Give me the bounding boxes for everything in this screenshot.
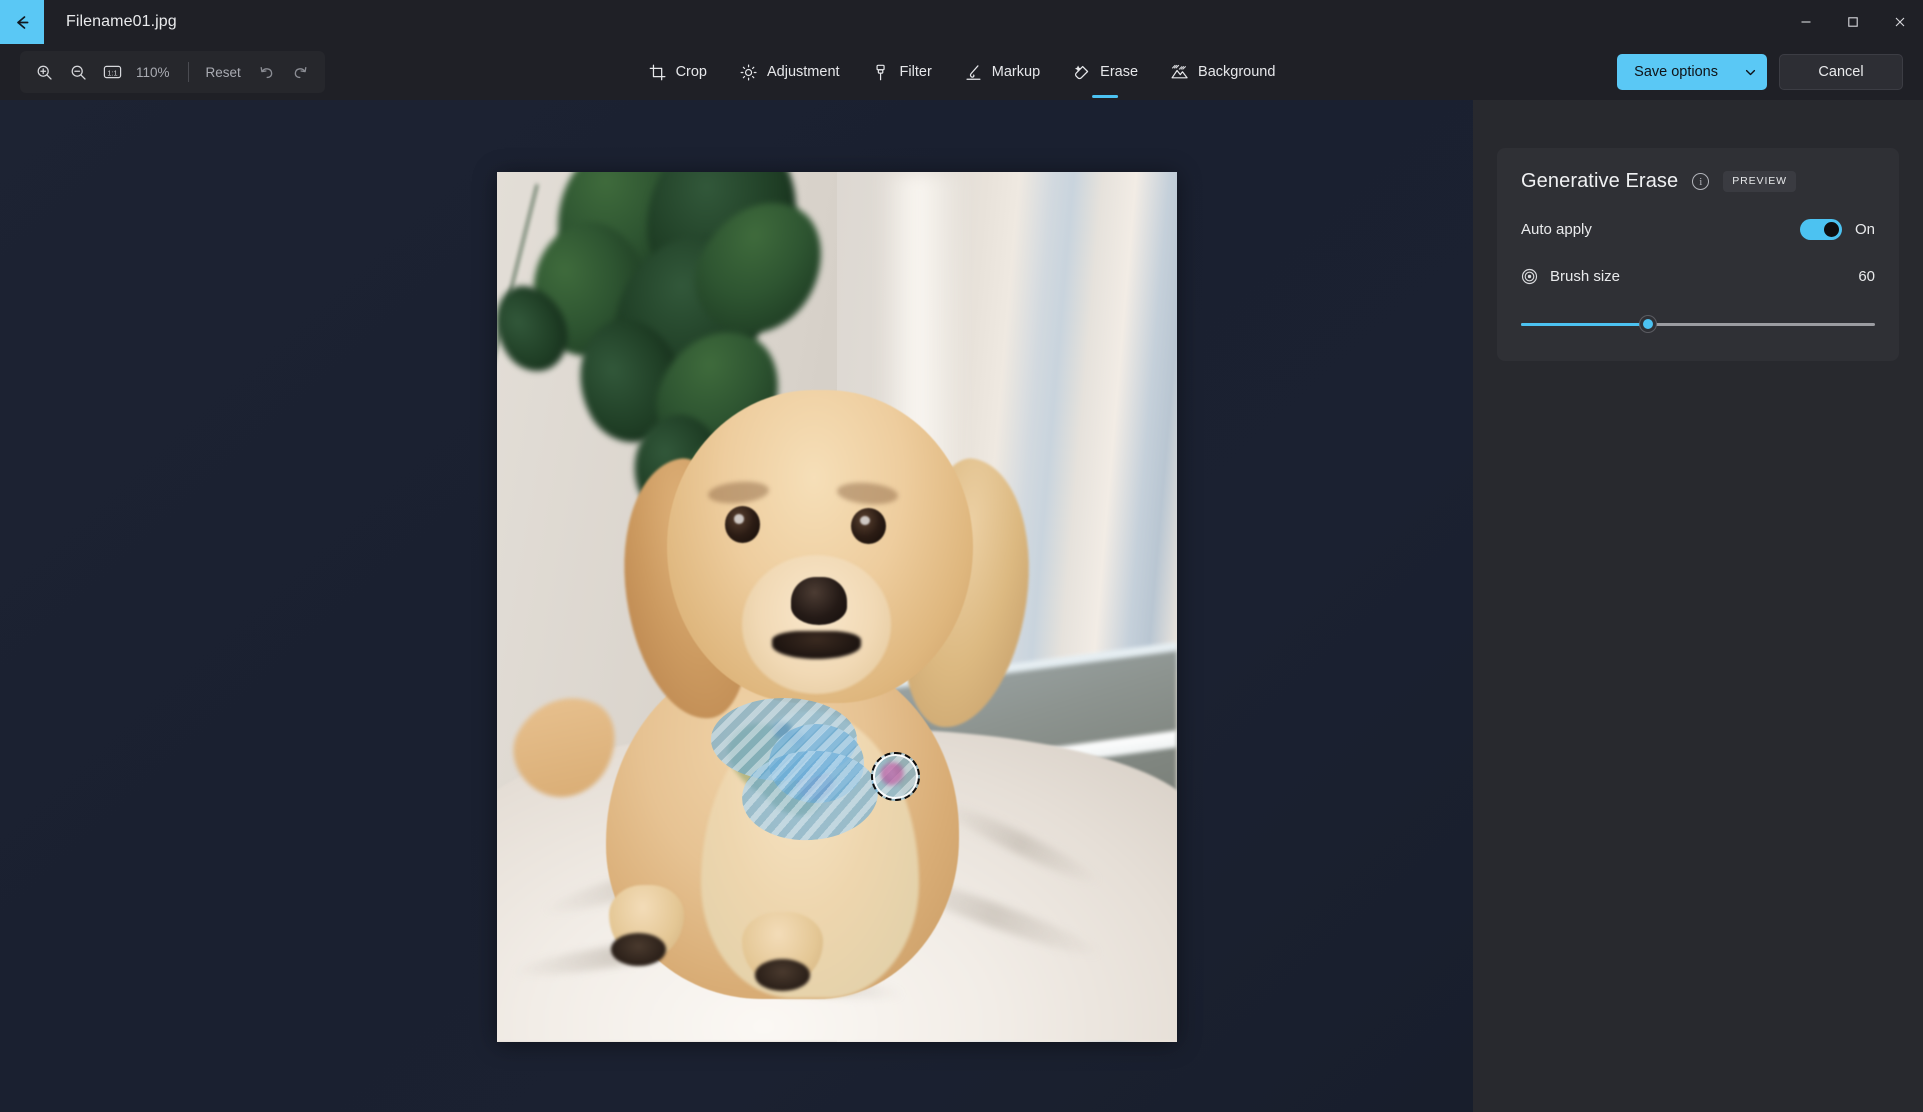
eraser-icon [1072, 63, 1091, 82]
toolbar-divider [187, 62, 189, 82]
tab-background[interactable]: Background [1157, 56, 1288, 89]
photo-image [497, 172, 1177, 1042]
auto-apply-control: On [1799, 219, 1875, 240]
maximize-icon [1847, 17, 1858, 27]
maximize-button[interactable] [1829, 0, 1876, 44]
brush-size-value: 60 [1858, 268, 1875, 285]
svg-text:1:1: 1:1 [107, 68, 117, 77]
tab-active-indicator [1092, 94, 1119, 98]
brush-size-slider-block [1521, 313, 1875, 335]
zoom-toolbar: 1:1 110% Reset [20, 51, 325, 93]
tab-filter-label: Filter [899, 63, 932, 80]
background-icon [1170, 63, 1189, 82]
tab-adjustment[interactable]: Adjustment [726, 56, 853, 89]
brush-size-label: Brush size [1550, 268, 1621, 285]
auto-apply-toggle[interactable] [1799, 219, 1842, 240]
window-controls [1782, 0, 1923, 44]
reset-button[interactable]: Reset [198, 57, 249, 87]
minimize-button[interactable] [1782, 0, 1829, 44]
tool-options-panel: Generative Erase i PREVIEW Auto apply On [1473, 100, 1923, 1112]
tab-erase-label: Erase [1100, 63, 1139, 80]
generative-erase-card: Generative Erase i PREVIEW Auto apply On [1497, 148, 1899, 361]
info-icon[interactable]: i [1692, 173, 1710, 190]
tab-markup-label: Markup [991, 63, 1041, 80]
zoom-in-button[interactable] [28, 56, 60, 88]
arrow-left-icon [16, 15, 28, 29]
zoom-out-icon [71, 65, 86, 80]
brightness-icon [739, 63, 758, 82]
chevron-down-icon[interactable] [1733, 54, 1767, 90]
close-icon [1895, 17, 1904, 27]
undo-button[interactable] [251, 56, 283, 88]
filter-icon [872, 63, 891, 82]
close-button[interactable] [1876, 0, 1923, 44]
zoom-out-button[interactable] [62, 56, 94, 88]
tab-erase[interactable]: Erase [1059, 56, 1151, 98]
crop-icon [648, 63, 667, 82]
brush-size-row: Brush size 60 [1521, 268, 1875, 285]
tab-adjustment-label: Adjustment [767, 63, 840, 80]
cancel-button[interactable]: Cancel [1779, 54, 1903, 90]
tab-background-label: Background [1198, 63, 1276, 80]
pen-icon [964, 63, 983, 82]
preview-badge: PREVIEW [1723, 171, 1796, 192]
slider-track-fill [1521, 322, 1649, 326]
auto-apply-state: On [1854, 221, 1875, 238]
back-button[interactable] [0, 0, 44, 44]
save-options-button[interactable]: Save options [1617, 54, 1767, 90]
save-options-label: Save options [1634, 63, 1718, 80]
brush-size-icon [1521, 268, 1538, 285]
title-bar: Filename01.jpg [0, 0, 1923, 44]
tab-crop-label: Crop [675, 63, 708, 80]
redo-icon [295, 66, 307, 78]
card-header: Generative Erase i PREVIEW [1521, 170, 1875, 193]
slider-thumb[interactable] [1640, 316, 1657, 332]
minimize-icon [1801, 21, 1810, 23]
undo-icon [260, 66, 273, 78]
auto-apply-label: Auto apply [1521, 221, 1592, 238]
command-bar: 1:1 110% Reset Crop Adjustment Filter Ma… [0, 44, 1923, 100]
one-to-one-icon: 1:1 [103, 65, 121, 79]
redo-button[interactable] [285, 56, 317, 88]
toggle-knob [1823, 222, 1839, 237]
actual-size-button[interactable]: 1:1 [96, 56, 128, 88]
brush-size-label-group: Brush size [1521, 268, 1620, 285]
panel-title: Generative Erase [1521, 170, 1679, 192]
tab-filter[interactable]: Filter [859, 56, 945, 89]
tab-crop[interactable]: Crop [635, 56, 720, 89]
photo-editor-window: Filename01.jpg 1:1 110% Reset Crop Adjus… [0, 0, 1923, 1112]
tab-markup[interactable]: Markup [951, 56, 1053, 89]
brush-size-slider[interactable] [1521, 313, 1875, 335]
photo-preview[interactable] [497, 172, 1177, 1042]
editor-canvas[interactable] [0, 100, 1473, 1112]
dog-subject [497, 172, 1177, 1042]
zoom-level-label: 110% [136, 64, 170, 80]
zoom-in-icon [37, 65, 52, 80]
tool-tabs: Crop Adjustment Filter Markup Erase Back… [635, 44, 1289, 100]
file-title: Filename01.jpg [66, 13, 177, 30]
action-buttons: Save options Cancel [1617, 54, 1903, 90]
auto-apply-row: Auto apply On [1521, 219, 1875, 240]
